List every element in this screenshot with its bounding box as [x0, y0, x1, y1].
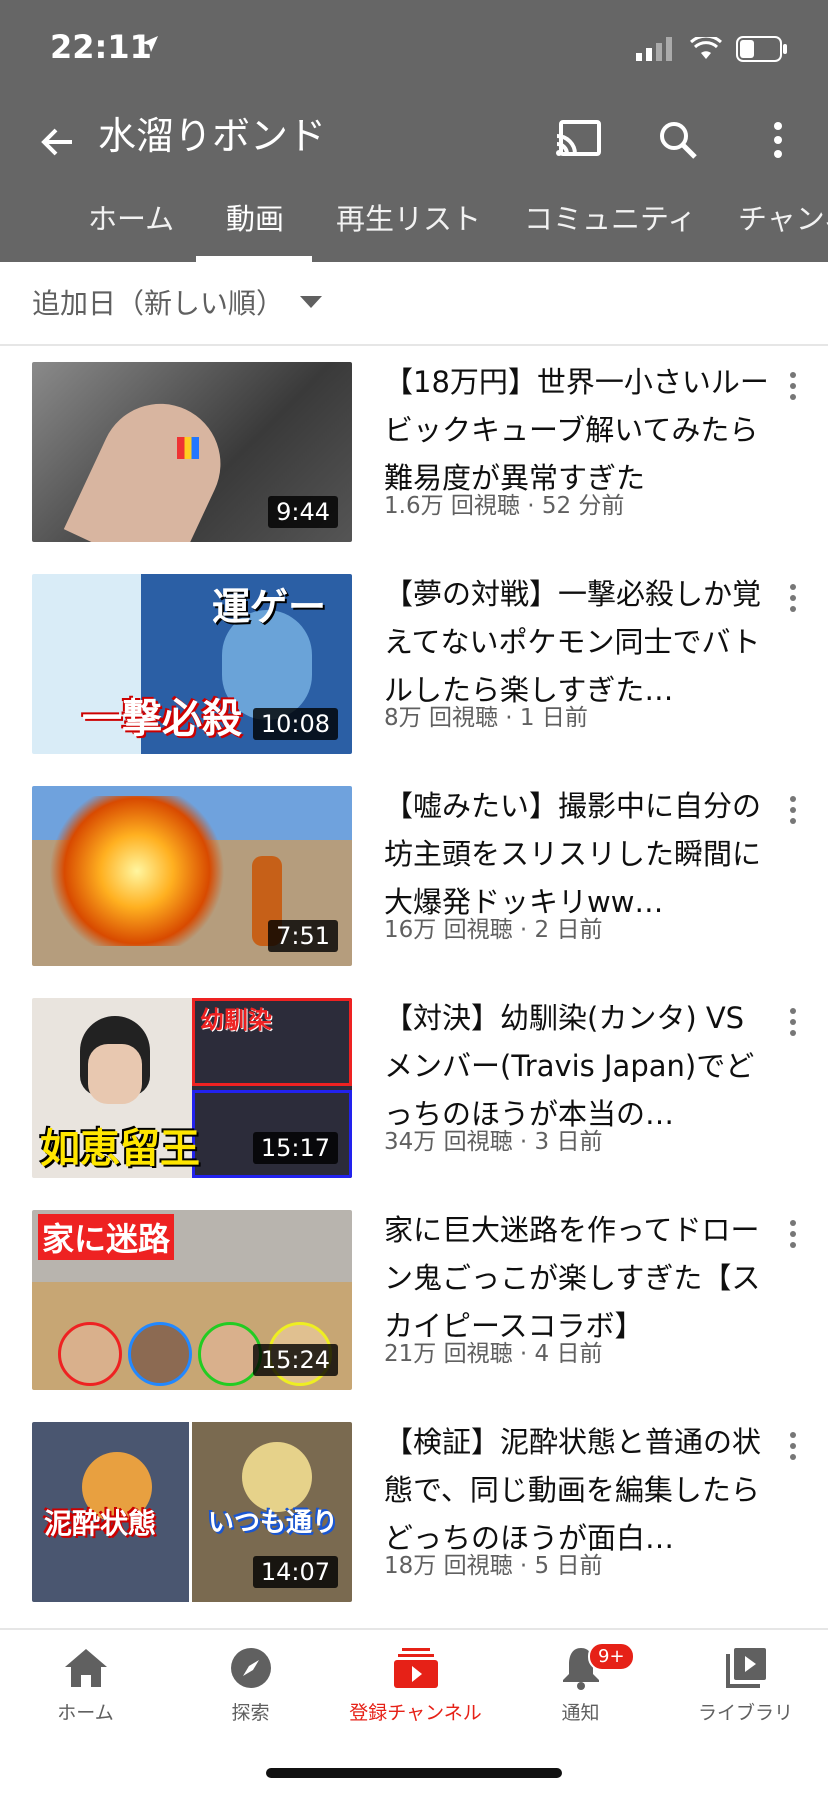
- subscriptions-icon: [393, 1648, 438, 1688]
- signal-icon: [636, 37, 672, 61]
- video-title[interactable]: 【夢の対戦】一撃必殺しか覚えてないポケモン同士でバトルしたら楽しすぎた…: [384, 570, 774, 714]
- more-vert-icon: [774, 122, 782, 158]
- channel-tabs: ホーム 動画 再生リスト コミュニティ チャンネ: [0, 190, 828, 262]
- status-bar: 22:11: [0, 0, 828, 100]
- search-button[interactable]: [648, 110, 708, 170]
- sort-bar: 追加日（新しい順）: [0, 262, 828, 346]
- thumbnail-text: 家に迷路: [38, 1214, 175, 1260]
- sort-label: 追加日（新しい順）: [32, 287, 285, 320]
- tab-videos[interactable]: 動画: [226, 190, 284, 248]
- location-arrow-icon: [142, 36, 158, 52]
- nav-subscriptions[interactable]: 登録チャンネル: [333, 1644, 498, 1725]
- nav-notifications[interactable]: 9+ 通知: [498, 1642, 663, 1725]
- arrow-left-icon: [41, 128, 72, 156]
- home-indicator: [266, 1768, 562, 1778]
- video-duration: 15:24: [252, 1344, 338, 1376]
- video-thumbnail[interactable]: 9:44: [32, 362, 352, 542]
- video-more-button[interactable]: [778, 1002, 808, 1042]
- thumbnail-text: 如恵留王: [40, 1126, 200, 1172]
- video-item[interactable]: 運ゲー 一撃必殺 10:08 【夢の対戦】一撃必殺しか覚えてないポケモン同士でバ…: [0, 558, 828, 770]
- video-more-button[interactable]: [778, 790, 808, 830]
- video-thumbnail[interactable]: 泥酔状態 いつも通り 14:07: [32, 1422, 352, 1602]
- nav-subscriptions-label: 登録チャンネル: [349, 1702, 482, 1724]
- library-icon: [725, 1648, 766, 1688]
- back-button[interactable]: [28, 112, 88, 172]
- nav-notifications-label: 通知: [561, 1702, 600, 1724]
- status-time: 22:11: [50, 28, 152, 66]
- cast-button[interactable]: [548, 110, 608, 170]
- video-item[interactable]: 9:44 【18万円】世界一小さいルービックキューブ解いてみたら難易度が異常すぎ…: [0, 346, 828, 558]
- video-meta: 16万 回視聴 · 2 日前: [384, 917, 603, 943]
- thumbnail-text: 一撃必殺: [82, 696, 242, 742]
- video-duration: 9:44: [268, 496, 338, 528]
- thumbnail-text: 運ゲー: [212, 585, 327, 629]
- nav-explore-label: 探索: [231, 1702, 270, 1724]
- notification-badge: 9+: [588, 1642, 635, 1671]
- video-meta: 8万 回視聴 · 1 日前: [384, 705, 588, 731]
- video-more-button[interactable]: [778, 1214, 808, 1254]
- battery-icon: [736, 36, 787, 62]
- video-duration: 15:17: [252, 1132, 338, 1164]
- explore-icon: [230, 1648, 271, 1688]
- video-more-button[interactable]: [778, 1426, 808, 1466]
- nav-library-label: ライブラリ: [697, 1702, 793, 1724]
- tab-playlists[interactable]: 再生リスト: [336, 190, 481, 248]
- more-options-button[interactable]: [748, 110, 808, 170]
- nav-home-label: ホーム: [57, 1702, 114, 1724]
- video-item[interactable]: 如恵留王 幼馴染 15:17 【対決】幼馴染(カンタ) VS メンバー(Trav…: [0, 982, 828, 1194]
- video-thumbnail[interactable]: 7:51: [32, 786, 352, 966]
- nav-home[interactable]: ホーム: [3, 1644, 168, 1725]
- video-title[interactable]: 【対決】幼馴染(カンタ) VS メンバー(Travis Japan)でどっちのほ…: [384, 994, 774, 1138]
- video-duration: 10:08: [252, 708, 338, 740]
- video-thumbnail[interactable]: 運ゲー 一撃必殺 10:08: [32, 574, 352, 754]
- tab-community[interactable]: コミュニティ: [524, 190, 696, 248]
- thumbnail-text: 泥酔状態: [44, 1507, 157, 1540]
- video-title[interactable]: 家に巨大迷路を作ってドローン鬼ごっこが楽しすぎた【スカイピースコラボ】: [384, 1206, 774, 1350]
- video-more-button[interactable]: [778, 578, 808, 618]
- video-meta: 21万 回視聴 · 4 日前: [384, 1341, 603, 1367]
- video-meta: 18万 回視聴 · 5 日前: [384, 1553, 603, 1579]
- wifi-icon: [690, 37, 722, 59]
- video-title[interactable]: 【嘘みたい】撮影中に自分の坊主頭をスリスリした瞬間に大爆発ドッキリww…: [384, 782, 774, 926]
- video-thumbnail[interactable]: 家に迷路 15:24: [32, 1210, 352, 1390]
- channel-title: 水溜りボンド: [98, 114, 327, 158]
- video-duration: 14:07: [252, 1556, 338, 1588]
- tab-channels[interactable]: チャンネ: [738, 190, 828, 248]
- sort-dropdown[interactable]: 追加日（新しい順）: [32, 282, 323, 322]
- video-item[interactable]: 泥酔状態 いつも通り 14:07 【検証】泥酔状態と普通の状態で、同じ動画を編集…: [0, 1406, 828, 1618]
- thumbnail-text: いつも通り: [208, 1508, 339, 1538]
- home-icon: [64, 1649, 107, 1687]
- search-icon: [660, 122, 697, 159]
- video-item[interactable]: 7:51 【嘘みたい】撮影中に自分の坊主頭をスリスリした瞬間に大爆発ドッキリww…: [0, 770, 828, 982]
- channel-header: 22:11 水溜りボンド ホーム 動画 再生リスト コミュニティ チャン: [0, 0, 828, 262]
- thumbnail-text: 幼馴染: [200, 1006, 272, 1034]
- video-title[interactable]: 【検証】泥酔状態と普通の状態で、同じ動画を編集したらどっちのほうが面白…: [384, 1418, 774, 1562]
- nav-explore[interactable]: 探索: [168, 1644, 333, 1725]
- video-duration: 7:51: [268, 920, 338, 952]
- video-item[interactable]: 家に迷路 15:24 家に巨大迷路を作ってドローン鬼ごっこが楽しすぎた【スカイピ…: [0, 1194, 828, 1406]
- video-thumbnail[interactable]: 如恵留王 幼馴染 15:17: [32, 998, 352, 1178]
- video-meta: 1.6万 回視聴 · 52 分前: [384, 493, 625, 519]
- cast-icon: [556, 120, 601, 156]
- tab-home[interactable]: ホーム: [88, 190, 174, 248]
- dropdown-arrow-icon: [300, 296, 323, 308]
- video-title[interactable]: 【18万円】世界一小さいルービックキューブ解いてみたら難易度が異常すぎた: [384, 358, 774, 502]
- video-meta: 34万 回視聴 · 3 日前: [384, 1129, 603, 1155]
- video-more-button[interactable]: [778, 366, 808, 406]
- nav-library[interactable]: ライブラリ: [663, 1644, 828, 1725]
